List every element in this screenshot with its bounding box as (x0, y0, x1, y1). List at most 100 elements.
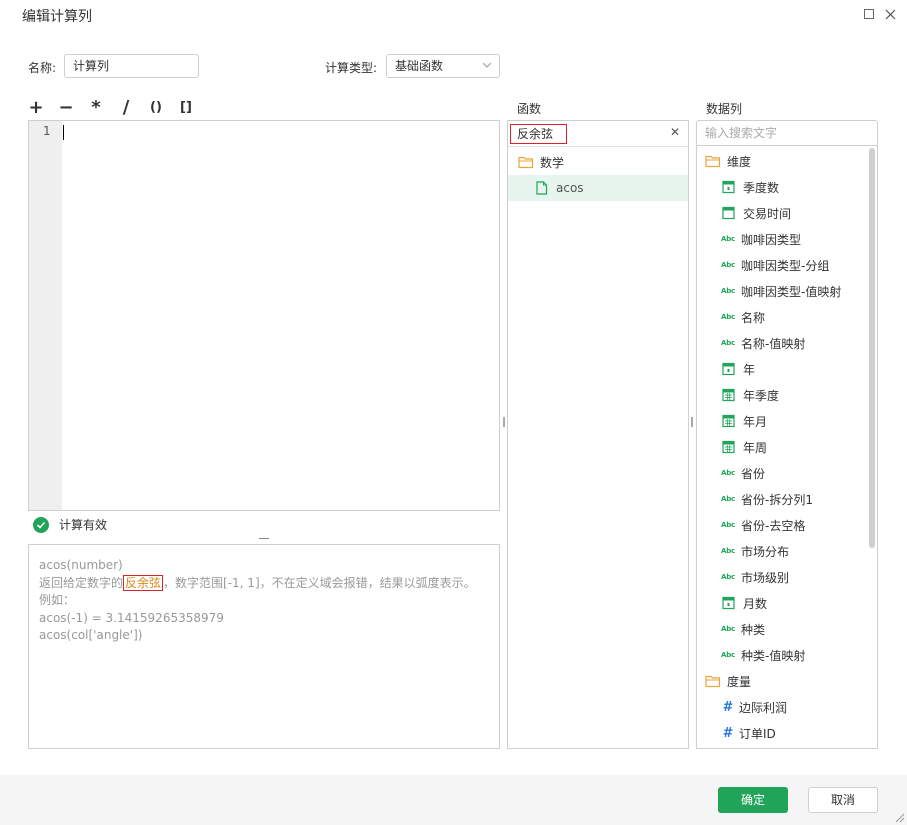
column-item[interactable]: Abc 市场分布 (697, 538, 867, 564)
vertical-resize-handle-left[interactable] (503, 417, 505, 427)
hash-icon: # (722, 699, 732, 715)
column-label: 市场分布 (741, 544, 790, 559)
column-item[interactable]: Abc 咖啡因类型-值映射 (697, 278, 867, 304)
column-label: 交易时间 (743, 206, 792, 221)
line-gutter: 1 (29, 121, 62, 510)
scrollbar[interactable] (869, 148, 875, 548)
function-description: acos(number) 返回给定数字的 反余弦 ，数字范围[-1, 1]，不在定义… (28, 544, 500, 749)
column-label: 种类-值映射 (741, 648, 806, 663)
function-category-math[interactable]: 数学 (508, 149, 688, 175)
function-label: acos (556, 181, 584, 195)
column-item[interactable]: 交易时间 (697, 200, 867, 226)
column-list: 维度季度数交易时间 Abc 咖啡因类型 Abc 咖啡因类型-分组 Abc 咖啡因类型-值映射… (696, 145, 878, 749)
chevron-down-icon (483, 62, 491, 68)
column-label: 边际利润 (739, 700, 788, 715)
calc-type-value: 基础函数 (395, 59, 444, 73)
column-item[interactable]: Abc 省份 (697, 460, 867, 486)
column-label: 省份 (741, 466, 766, 481)
calendar-icon (721, 414, 743, 428)
abc-icon: Abc (721, 235, 735, 243)
column-label: 种类 (741, 622, 766, 637)
column-label: 年周 (743, 440, 768, 455)
column-label: 年 (743, 362, 756, 377)
clear-search-icon[interactable]: ✕ (670, 125, 680, 139)
date-icon (721, 362, 743, 376)
multiply-operator-button[interactable]: * (86, 97, 106, 118)
function-search: 反余弦 ✕ (508, 121, 688, 147)
dialog-title: 编辑计算列 (22, 9, 92, 25)
abc-icon: Abc (721, 261, 735, 269)
abc-icon: Abc (721, 547, 735, 555)
column-item[interactable]: Abc 种类-值映射 (697, 642, 867, 668)
check-circle-icon (33, 516, 49, 533)
folder-icon (705, 154, 727, 168)
plus-operator-button[interactable]: + (26, 97, 46, 118)
column-item[interactable]: Abc 名称 (697, 304, 867, 330)
column-label: 名称-值映射 (741, 336, 806, 351)
calendar-icon (721, 440, 743, 454)
column-item[interactable]: Abc 省份-去空格 (697, 512, 867, 538)
title-bar: 编辑计算列 (0, 0, 907, 32)
folder-icon (518, 156, 534, 169)
column-item[interactable]: 年 (697, 356, 867, 382)
folder-icon (705, 674, 727, 688)
file-icon (536, 181, 548, 195)
horizontal-resize-handle[interactable] (259, 538, 269, 539)
column-item[interactable]: 年月 (697, 408, 867, 434)
column-item[interactable]: Abc 咖啡因类型 (697, 226, 867, 252)
column-label: 名称 (741, 310, 766, 325)
column-label: 年季度 (743, 388, 780, 403)
column-item[interactable]: # 边际利润 (697, 694, 867, 720)
date-icon (721, 180, 743, 194)
column-item[interactable]: Abc 种类 (697, 616, 867, 642)
abc-icon: Abc (721, 339, 735, 347)
column-label: 维度 (727, 154, 752, 169)
column-group[interactable]: 度量 (697, 668, 867, 694)
abc-icon: Abc (721, 313, 735, 321)
column-label: 年月 (743, 414, 768, 429)
column-item[interactable]: Abc 市场级别 (697, 564, 867, 590)
function-panel: 反余弦 ✕ 数学 acos (507, 120, 689, 749)
brackets-operator-button[interactable]: [] (176, 100, 196, 115)
column-item[interactable]: Abc 咖啡因类型-分组 (697, 252, 867, 278)
example-line-1: acos(-1) = 3.14159265358979 (39, 610, 224, 625)
column-item[interactable]: Abc 名称-值映射 (697, 330, 867, 356)
summary-text-before: 返回给定数字的 (39, 575, 124, 590)
abc-icon: Abc (721, 625, 735, 633)
expression-editor[interactable]: 1 (28, 120, 500, 511)
parentheses-operator-button[interactable]: () (146, 100, 166, 115)
function-search-input[interactable]: 反余弦 (510, 124, 567, 144)
category-label: 数学 (540, 155, 565, 170)
vertical-resize-handle-right[interactable] (691, 417, 693, 427)
column-item[interactable]: 年周 (697, 434, 867, 460)
column-label: 咖啡因类型-分组 (741, 258, 830, 273)
date-icon (721, 596, 743, 610)
column-label: 度量 (727, 674, 752, 689)
divide-operator-button[interactable]: / (116, 97, 136, 118)
column-item[interactable]: 月数 (697, 590, 867, 616)
column-search-input[interactable]: 输入搜索文字 (696, 120, 878, 146)
line-number: 1 (43, 124, 51, 138)
column-item[interactable]: 季度数 (697, 174, 867, 200)
ok-button[interactable]: 确定 (718, 787, 788, 813)
column-item[interactable]: # 订单ID (697, 720, 867, 746)
cancel-button[interactable]: 取消 (808, 787, 878, 813)
text-caret (63, 125, 64, 140)
function-item-acos[interactable]: acos (508, 175, 688, 201)
column-label: 季度数 (743, 180, 780, 195)
column-item[interactable]: 年季度 (697, 382, 867, 408)
example-label: 例如： (39, 593, 76, 607)
close-icon[interactable] (882, 6, 898, 22)
functions-header: 函数 (517, 102, 542, 116)
column-group[interactable]: 维度 (697, 148, 867, 174)
maximize-icon[interactable] (861, 6, 877, 22)
validation-status: 计算有效 (33, 516, 107, 533)
function-signature: acos(number) (39, 558, 123, 572)
column-item[interactable]: Abc 省份-拆分列1 (697, 486, 867, 512)
column-label: 咖啡因类型 (741, 232, 802, 247)
resize-grip-icon[interactable] (893, 811, 905, 823)
minus-operator-button[interactable]: − (56, 97, 76, 118)
calc-type-select[interactable]: 基础函数 (386, 54, 500, 78)
name-input[interactable]: 计算列 (64, 54, 199, 78)
abc-icon: Abc (721, 287, 735, 295)
